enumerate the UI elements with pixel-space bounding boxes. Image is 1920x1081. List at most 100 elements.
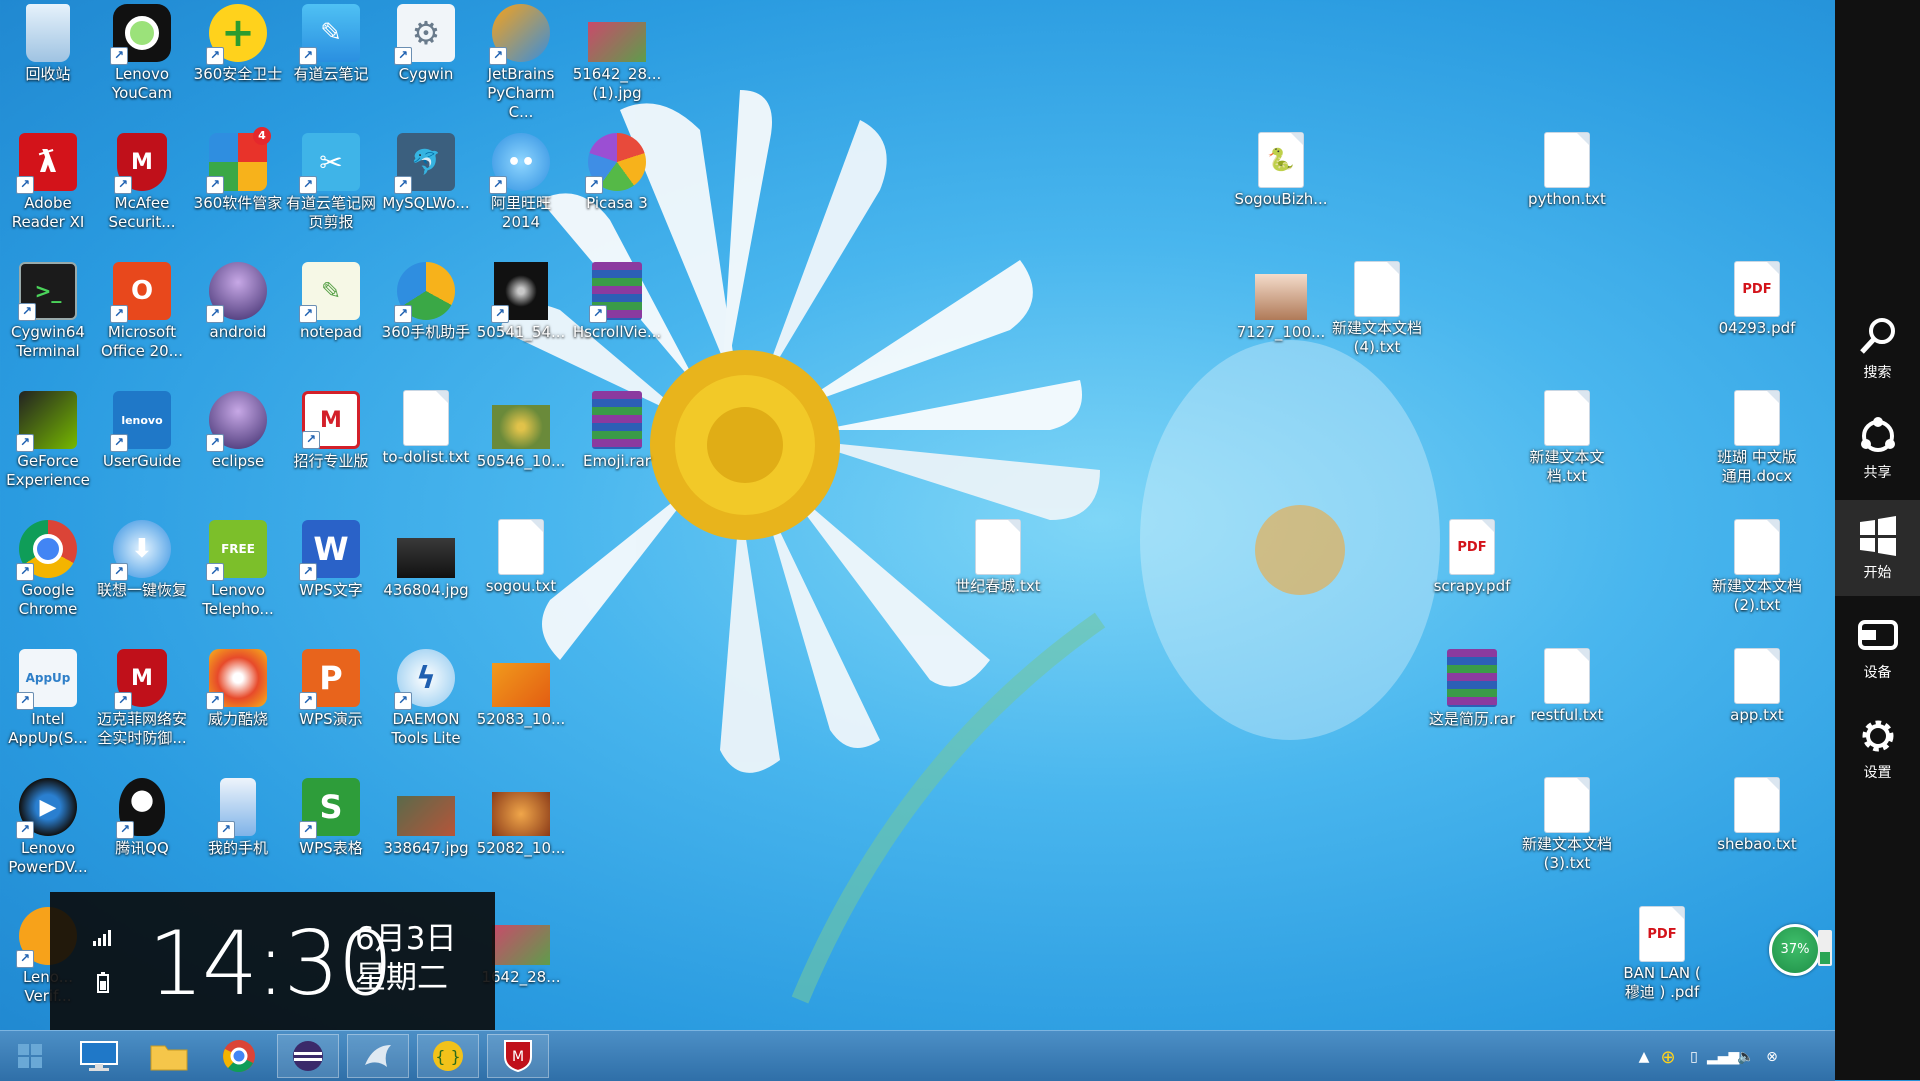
desktop-icon-360-safe[interactable]: + ↗ 360安全卫士 bbox=[190, 4, 286, 84]
desktop-icon-lenovo-telephony[interactable]: FREE ↗ Lenovo Telepho... bbox=[190, 520, 286, 619]
desktop-icon-mcafee[interactable]: M ↗ McAfee Securit... bbox=[94, 133, 190, 232]
icon-label: 50546_10... bbox=[476, 452, 566, 470]
desktop-icon-zhaohang[interactable]: M ↗ 招行专业版 bbox=[283, 391, 379, 471]
desktop-icon-youdao-clipper[interactable]: ✂ ↗ 有道云笔记网页剪报 bbox=[283, 133, 379, 232]
desktop-icon-mysql-workbench[interactable]: 🐬 ↗ MySQLWo... bbox=[378, 133, 474, 213]
desktop-icon-wps-spreadsheet[interactable]: S ↗ WPS表格 bbox=[283, 778, 379, 858]
desktop-icon-intel-appup[interactable]: AppUp ↗ Intel AppUp(S... bbox=[0, 649, 96, 748]
desktop-icon-image-50541[interactable]: ↗ 50541_54... bbox=[473, 262, 569, 342]
desktop-icon-banlan-pdf[interactable]: PDF BAN LAN ( 穆迪 ) .pdf bbox=[1614, 907, 1710, 1002]
desktop-icon-image-436804[interactable]: 436804.jpg bbox=[378, 520, 474, 600]
desktop-icon-image-51642-1[interactable]: 51642_28... (1).jpg bbox=[569, 4, 665, 103]
desktop-icon-new-txt[interactable]: 新建文本文档.txt bbox=[1519, 391, 1615, 486]
charm-settings[interactable]: 设置 bbox=[1835, 700, 1920, 796]
desktop-icon-image-7127[interactable]: 7127_100... bbox=[1233, 262, 1329, 342]
taskbar-mcafee[interactable]: M bbox=[487, 1034, 549, 1078]
desktop-icon-youdao-note[interactable]: ✎ ↗ 有道云笔记 bbox=[283, 4, 379, 84]
desktop-icon-picasa[interactable]: ↗ Picasa 3 bbox=[569, 133, 665, 213]
text-file-icon bbox=[1355, 262, 1399, 316]
icon-label: 阿里旺旺 2014 bbox=[490, 194, 551, 231]
desktop-icon-cygwin64-terminal[interactable]: >_ ↗ Cygwin64 Terminal bbox=[0, 262, 96, 361]
desktop-icon-pdf-04293[interactable]: PDF 04293.pdf bbox=[1709, 262, 1805, 338]
charm-devices[interactable]: 设备 bbox=[1835, 600, 1920, 696]
desktop-icon-wps-writer[interactable]: W ↗ WPS文字 bbox=[283, 520, 379, 600]
taskbar-eclipse[interactable] bbox=[277, 1034, 339, 1078]
desktop-icon-scrapy-pdf[interactable]: PDF scrapy.pdf bbox=[1424, 520, 1520, 596]
desktop-icon-aliwangwang[interactable]: •• ↗ 阿里旺旺 2014 bbox=[473, 133, 569, 232]
desktop-icon-lenovo-powerdvd[interactable]: ▶ ↗ Lenovo PowerDV... bbox=[0, 778, 96, 877]
desktop-icon-lenovo-youcam[interactable]: ↗ Lenovo YouCam bbox=[94, 4, 190, 103]
icon-label: 招行专业版 bbox=[293, 452, 369, 470]
desktop-icon-restful-txt[interactable]: restful.txt bbox=[1519, 649, 1615, 725]
charm-search[interactable]: 搜索 bbox=[1835, 300, 1920, 396]
desktop-icon-sogou-txt[interactable]: sogou.txt bbox=[473, 520, 569, 596]
wps-writer-icon: W ↗ bbox=[299, 520, 360, 581]
icon-label: WPS表格 bbox=[299, 839, 363, 857]
desktop-icon-weili[interactable]: ↗ 威力酷烧 bbox=[190, 649, 286, 729]
desktop-icon-google-chrome[interactable]: ↗ Google Chrome bbox=[0, 520, 96, 619]
show-hidden-icons-chevron-icon[interactable]: ▲ bbox=[1633, 1049, 1655, 1065]
icon-label: android bbox=[209, 323, 267, 341]
desktop-icon-qq[interactable]: ↗ 腾讯QQ bbox=[94, 778, 190, 858]
desktop-icon-daemon-tools[interactable]: ϟ ↗ DAEMON Tools Lite bbox=[378, 649, 474, 748]
desktop-icon-new-txt-3[interactable]: 新建文本文档 (3).txt bbox=[1519, 778, 1615, 873]
desktop-icon-mcafee-web[interactable]: M ↗ 迈克菲网络安全实时防御... bbox=[94, 649, 190, 748]
desktop-icon-recycle-bin[interactable]: 回收站 bbox=[0, 4, 96, 84]
desktop-icon-todolist-txt[interactable]: to-dolist.txt bbox=[378, 391, 474, 467]
desktop-icon-hscrollview[interactable]: ↗ HscrollVie... bbox=[569, 262, 665, 342]
desktop-icon-notepad[interactable]: ✎ ↗ notepad bbox=[283, 262, 379, 342]
battery-percent-badge[interactable]: 37% bbox=[1769, 924, 1821, 976]
eclipse-sphere-icon: ↗ bbox=[206, 391, 267, 452]
desktop-icon-pycharm[interactable]: ↗ JetBrains PyCharm C... bbox=[473, 4, 569, 122]
taskbar-lenovo-monitor[interactable] bbox=[68, 1034, 130, 1078]
image-thumbnail-icon bbox=[397, 538, 455, 578]
desktop-icon-image-52082[interactable]: 52082_10... bbox=[473, 778, 569, 858]
desktop-icon-adobe-reader[interactable]: ƛ ↗ Adobe Reader XI bbox=[0, 133, 96, 232]
desktop-icon-emoji-rar[interactable]: Emoji.rar bbox=[569, 391, 665, 471]
desktop-icon-ms-office[interactable]: O ↗ Microsoft Office 20... bbox=[94, 262, 190, 361]
desktop-icon-lenovo-recovery[interactable]: ⬇ ↗ 联想一键恢复 bbox=[94, 520, 190, 600]
icon-label: Picasa 3 bbox=[586, 194, 648, 212]
power-tray-icon[interactable]: ▯ bbox=[1681, 1049, 1707, 1065]
desktop-icon-image-50546[interactable]: 50546_10... bbox=[473, 391, 569, 471]
desktop-icon-new-txt-4[interactable]: 新建文本文档 (4).txt bbox=[1329, 262, 1425, 357]
desktop-icon-shijichun-txt[interactable]: 世纪春城.txt bbox=[950, 520, 1046, 596]
desktop-icon-python-txt[interactable]: python.txt bbox=[1519, 133, 1615, 209]
taskbar-mysql-workbench[interactable] bbox=[347, 1034, 409, 1078]
desktop-icon-image-338647[interactable]: 338647.jpg bbox=[378, 778, 474, 858]
icon-label: 这是简历.rar bbox=[1428, 710, 1516, 728]
network-tray-icon[interactable]: ▂▄▆ bbox=[1707, 1049, 1739, 1065]
phone-assistant-icon: ↗ bbox=[394, 262, 455, 323]
360-tray-icon[interactable]: ⊕ bbox=[1655, 1047, 1681, 1068]
desktop-icon-android[interactable]: ↗ android bbox=[190, 262, 286, 342]
desktop-icon-360-phone[interactable]: ↗ 360手机助手 bbox=[378, 262, 474, 342]
desktop-icon-geforce[interactable]: ↗ GeForce Experience bbox=[0, 391, 96, 490]
desktop-icon-banhu-docx[interactable]: 班瑚 中文版 通用.docx bbox=[1709, 391, 1805, 486]
taskbar-file-explorer[interactable] bbox=[138, 1034, 200, 1078]
desktop-icon-resume-rar[interactable]: 这是简历.rar bbox=[1424, 649, 1520, 729]
taskbar-desktop-button[interactable] bbox=[8, 1034, 52, 1078]
desktop-icon-image-52083[interactable]: 52083_10... bbox=[473, 649, 569, 729]
dvd-play-icon: ▶ ↗ bbox=[16, 778, 77, 839]
desktop-icon-my-phone[interactable]: ↗ 我的手机 bbox=[190, 778, 286, 858]
winrar-archive-icon: ↗ bbox=[589, 262, 642, 323]
icon-label: SogouBizh... bbox=[1234, 190, 1328, 208]
desktop-icon-shebao-txt[interactable]: shebao.txt bbox=[1709, 778, 1805, 854]
desktop-icon-wps-presentation[interactable]: P ↗ WPS演示 bbox=[283, 649, 379, 729]
charm-start[interactable]: 开始 bbox=[1835, 500, 1920, 596]
desktop-icon-eclipse[interactable]: ↗ eclipse bbox=[190, 391, 286, 471]
desktop-icon-360-software[interactable]: ↗ 4 360软件管家 bbox=[190, 127, 286, 213]
charm-share[interactable]: 共享 bbox=[1835, 400, 1920, 496]
desktop-icon-sogoubizh[interactable]: 🐍 SogouBizh... bbox=[1233, 133, 1329, 209]
word-file-icon bbox=[1735, 391, 1779, 445]
taskbar-brackets-app[interactable]: { } bbox=[417, 1034, 479, 1078]
lightning-disc-icon: ϟ ↗ bbox=[394, 649, 455, 710]
taskbar-chrome[interactable] bbox=[208, 1034, 270, 1078]
desktop-icon-app-txt[interactable]: app.txt bbox=[1709, 649, 1805, 725]
desktop-icon-new-txt-2[interactable]: 新建文本文档 (2).txt bbox=[1709, 520, 1805, 615]
volume-muted-tray-icon[interactable]: 🔈 bbox=[1733, 1049, 1759, 1065]
action-center-tray-icon[interactable]: ⊗ bbox=[1759, 1049, 1785, 1065]
icon-label: 04293.pdf bbox=[1718, 319, 1796, 337]
desktop-icon-cygwin[interactable]: ⚙ ↗ Cygwin bbox=[378, 4, 474, 84]
desktop-icon-userguide[interactable]: lenovo ↗ UserGuide bbox=[94, 391, 190, 471]
